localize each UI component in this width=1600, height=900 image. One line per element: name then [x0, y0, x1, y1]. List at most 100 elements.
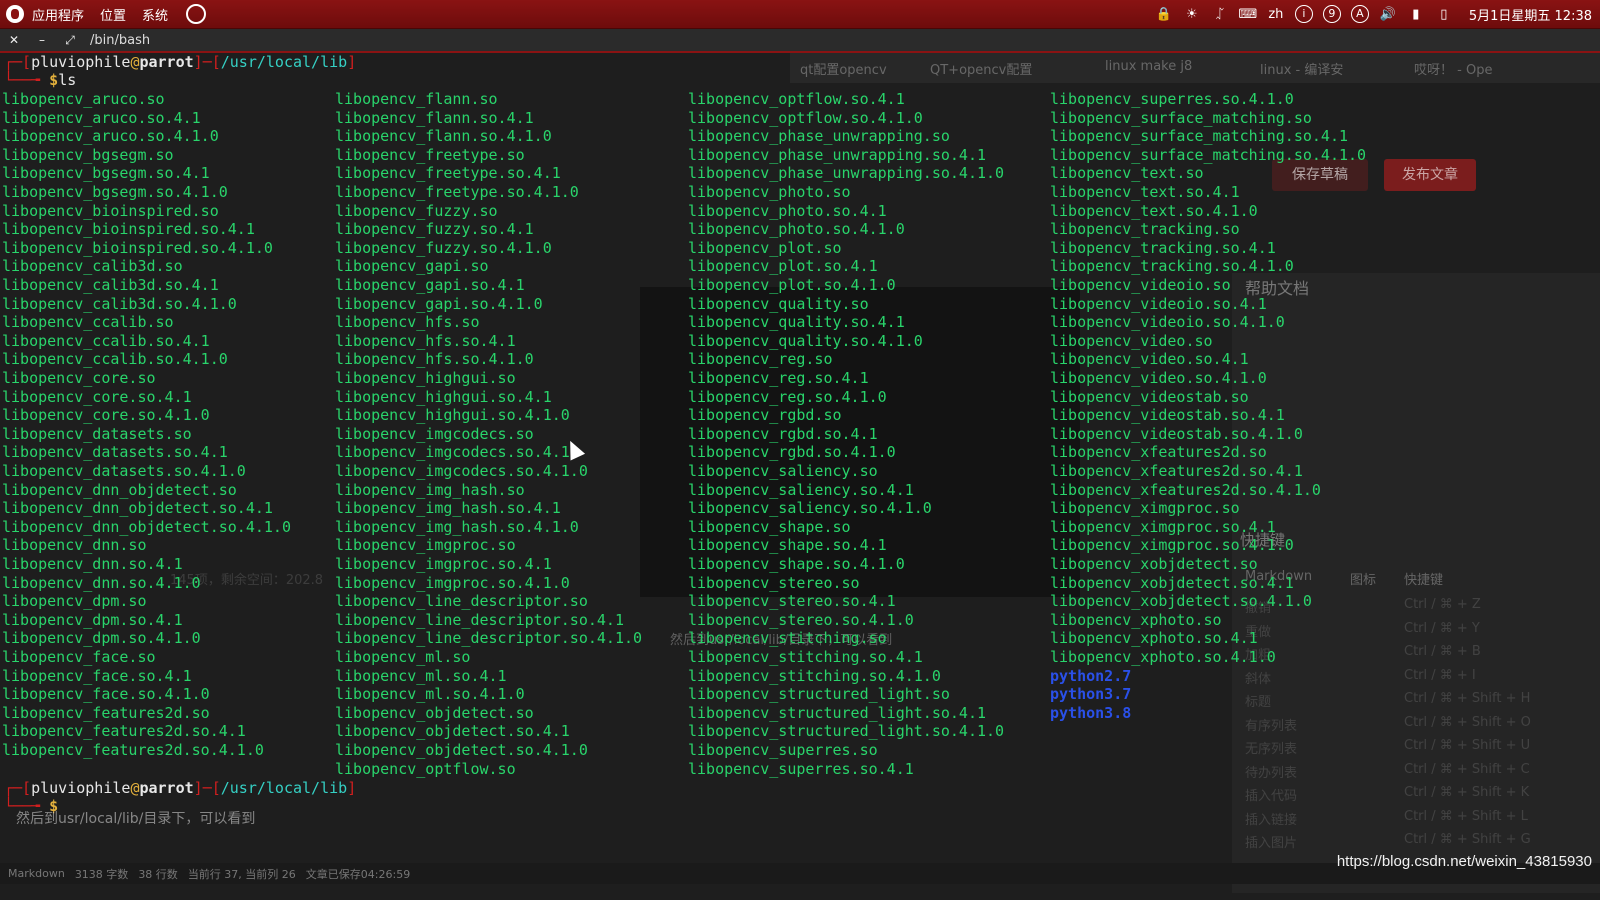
file-entry: libopencv_core.so [2, 369, 156, 387]
file-entry: libopencv_video.so.4.1.0 [1050, 369, 1267, 387]
file-entry: libopencv_core.so.4.1.0 [2, 406, 210, 425]
file-entry: libopencv_superres.so [688, 741, 878, 759]
file-entry: libopencv_face.so.4.1 [2, 666, 192, 685]
file-entry: libopencv_stereo.so.4.1.0 [688, 610, 914, 629]
file-entry: libopencv_bgsegm.so.4.1.0 [2, 183, 228, 201]
file-entry: libopencv_dnn_objdetect.so.4.1 [2, 499, 273, 518]
file-entry: libopencv_stitching.so.4.1.0 [688, 666, 941, 685]
file-entry: libopencv_datasets.so [2, 424, 192, 443]
minimize-icon[interactable]: – [28, 33, 56, 47]
terminal-output[interactable]: ┌─[pluviophile@parrot]─[/usr/local/lib] … [0, 53, 1600, 863]
file-entry: libopencv_imgcodecs.so.4.1 [335, 443, 570, 462]
lock-icon[interactable]: 🔒 [1155, 5, 1173, 23]
prompt-line-2: ┌─[pluviophile@parrot]─[/usr/local/lib] [4, 779, 357, 797]
file-entry: libopencv_text.so.4.1 [1050, 183, 1240, 201]
file-entry: libopencv_videostab.so [1050, 387, 1249, 406]
status-mode: Markdown [8, 867, 65, 880]
refresh-icon[interactable] [186, 4, 207, 24]
file-entry: libopencv_ximgproc.so [1050, 499, 1240, 518]
prompt-user: pluviophile [31, 53, 131, 71]
file-entry: libopencv_rgbd.so.4.1 [688, 424, 878, 443]
file-entry: libopencv_freetype.so.4.1 [335, 164, 561, 183]
file-entry: libopencv_core.so.4.1 [2, 387, 192, 406]
battery-icon[interactable]: ▯ [1435, 5, 1453, 23]
file-entry: libopencv_hfs.so.4.1.0 [335, 350, 534, 369]
file-entry: libopencv_surface_matching.so.4.1 [1050, 127, 1349, 146]
menu-system[interactable]: 系统 [142, 5, 168, 24]
file-entry: libopencv_line_descriptor.so.4.1 [335, 610, 624, 629]
menu-places[interactable]: 位置 [100, 5, 126, 24]
file-entry: libopencv_shape.so.4.1.0 [688, 555, 905, 573]
file-entry: libopencv_dnn.so.4.1.0 [2, 573, 201, 592]
clock[interactable]: 5月1日星期五 12:38 [1469, 5, 1592, 24]
file-entry: libopencv_aruco.so.4.1 [2, 108, 201, 127]
status-chars: 3138 字数 [74, 867, 129, 881]
parrot-logo-icon[interactable] [6, 5, 24, 23]
prompt-path: /usr/local/lib [220, 53, 348, 71]
file-entry: libopencv_dnn.so [2, 536, 147, 555]
file-entry: libopencv_surface_matching.so.4.1.0 [1050, 145, 1367, 164]
keyboard-icon[interactable]: ⌨ [1238, 5, 1257, 23]
file-entry: libopencv_optflow.so.4.1.0 [688, 108, 923, 127]
badge-9-icon[interactable]: 9 [1322, 5, 1341, 23]
file-entry: libopencv_stitching.so [688, 629, 887, 648]
volume-icon[interactable]: 🔊 [1379, 5, 1397, 23]
file-entry: libopencv_line_descriptor.so.4.1.0 [335, 629, 643, 648]
file-entry: libopencv_xfeatures2d.so [1050, 443, 1267, 462]
file-entry: libopencv_datasets.so.4.1 [2, 443, 228, 462]
menu-applications[interactable]: 应用程序 [32, 5, 84, 24]
file-entry: libopencv_face.so.4.1.0 [2, 685, 210, 704]
file-entry: libopencv_highgui.so [335, 369, 516, 387]
file-entry: libopencv_objdetect.so [335, 703, 534, 722]
file-entry: libopencv_hfs.so [335, 313, 480, 332]
file-entry: libopencv_dnn.so.4.1 [2, 555, 183, 573]
file-entry: libopencv_photo.so [688, 183, 851, 201]
file-entry: libopencv_xphoto.so [1050, 610, 1222, 629]
file-entry: libopencv_ccalib.so.4.1 [2, 331, 210, 350]
file-entry: libopencv_objdetect.so.4.1.0 [335, 741, 588, 759]
file-entry: libopencv_freetype.so.4.1.0 [335, 183, 579, 201]
file-entry: libopencv_features2d.so [2, 703, 210, 722]
file-entry: libopencv_img_hash.so.4.1.0 [335, 517, 579, 536]
file-entry: libopencv_photo.so.4.1 [688, 201, 887, 220]
file-entry: libopencv_imgproc.so [335, 536, 516, 555]
brightness-icon[interactable]: ☀ [1183, 5, 1201, 23]
file-entry: libopencv_stereo.so [688, 573, 860, 592]
file-entry: libopencv_structured_light.so.4.1.0 [688, 722, 1005, 741]
directory-entry: python3.7 [1050, 685, 1132, 704]
file-entry: libopencv_quality.so.4.1.0 [688, 331, 923, 350]
file-entry: libopencv_optflow.so [335, 759, 516, 778]
file-entry: libopencv_calib3d.so [2, 257, 183, 276]
prompt-line: ┌─[pluviophile@parrot]─[/usr/local/lib] [4, 53, 357, 71]
file-entry: libopencv_videoio.so.4.1.0 [1050, 313, 1285, 332]
accessibility-icon[interactable]: A [1350, 5, 1369, 23]
watermark-url: https://blog.csdn.net/weixin_43815930 [1336, 853, 1592, 870]
input-method-indicator[interactable]: zh [1267, 5, 1285, 23]
file-entry: libopencv_imgproc.so.4.1 [335, 555, 552, 573]
file-entry: libopencv_datasets.so.4.1.0 [2, 462, 246, 480]
file-entry: libopencv_text.so.4.1.0 [1050, 201, 1258, 220]
file-entry: libopencv_stereo.so.4.1 [688, 592, 896, 611]
signal-icon[interactable]: ▮ [1407, 5, 1425, 23]
file-entry: libopencv_plot.so [688, 238, 842, 257]
close-icon[interactable]: ✕ [0, 33, 28, 47]
maximize-icon[interactable]: ⤢ [56, 33, 84, 48]
file-entry: libopencv_bioinspired.so [2, 201, 219, 220]
file-entry: libopencv_shape.so.4.1 [688, 536, 887, 555]
status-position: 当前行 37, 当前列 26 [187, 867, 296, 881]
bluetooth-icon[interactable]: ᛢ [1211, 5, 1229, 23]
info-icon[interactable]: i [1294, 5, 1313, 23]
file-entry: libopencv_videostab.so.4.1 [1050, 406, 1285, 425]
file-entry: libopencv_phase_unwrapping.so.4.1 [688, 145, 987, 164]
status-lines: 38 行数 [138, 867, 178, 881]
file-entry: libopencv_flann.so.4.1.0 [335, 127, 552, 146]
file-entry: libopencv_quality.so.4.1 [688, 313, 905, 332]
file-entry: libopencv_bgsegm.so [2, 145, 174, 164]
file-entry: libopencv_imgcodecs.so.4.1.0 [335, 462, 588, 480]
command-text: ls [58, 71, 77, 89]
file-entry: libopencv_hfs.so.4.1 [335, 331, 516, 350]
file-entry: libopencv_reg.so.4.1.0 [688, 387, 887, 406]
file-entry: libopencv_saliency.so [688, 462, 878, 480]
file-entry: libopencv_saliency.so.4.1 [688, 480, 914, 499]
file-entry: libopencv_fuzzy.so.4.1.0 [335, 238, 552, 257]
